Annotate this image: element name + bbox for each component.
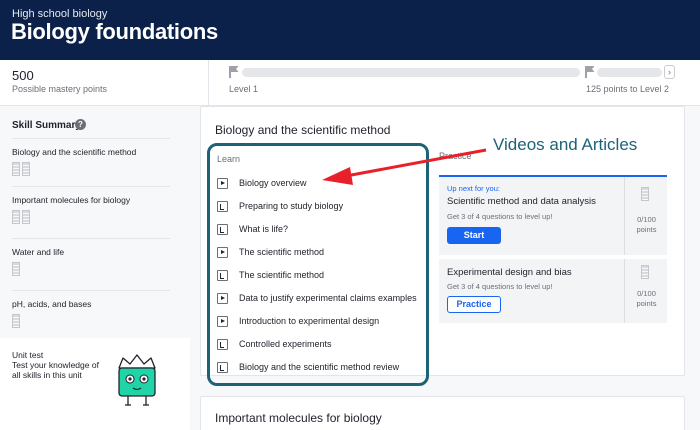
lesson-title: The scientific method — [239, 247, 325, 257]
level2-progress-track — [597, 68, 662, 77]
practice-card[interactable]: Up next for you: Scientific method and d… — [439, 175, 667, 255]
flag-icon — [229, 66, 239, 78]
unit-test-description: Test your knowledge of all skills in thi… — [12, 360, 99, 380]
article-icon — [217, 339, 228, 350]
lesson-title: Data to justify experimental claims exam… — [239, 293, 417, 303]
mastery-bars — [12, 162, 170, 176]
mastery-bars — [12, 210, 170, 224]
lesson-title: Preparing to study biology — [239, 201, 344, 211]
sidebar-item-label: Water and life — [12, 247, 65, 257]
unit-title[interactable]: Important molecules for biology — [215, 411, 382, 425]
unit-test-title: Unit test — [12, 350, 44, 360]
play-icon — [217, 178, 228, 189]
sidebar-item-water-and-life[interactable]: Water and life — [12, 238, 170, 276]
flag-icon — [585, 66, 595, 78]
mascot-illustration — [118, 354, 156, 406]
article-icon — [217, 201, 228, 212]
practice-subtitle: Get 3 of 4 questions to level up! — [447, 282, 553, 291]
practice-label: Practice — [439, 151, 472, 161]
mastery-bar-cell — [641, 187, 649, 201]
mastery-bar-cell — [641, 265, 649, 279]
lesson-title: Biology overview — [239, 178, 307, 188]
sidebar-item-label: pH, acids, and bases — [12, 299, 92, 309]
practice-points-unit: points — [636, 225, 657, 234]
lesson-item[interactable]: Biology and the scientific method review — [217, 357, 422, 380]
practice-subtitle: Get 3 of 4 questions to level up! — [447, 212, 553, 221]
play-icon — [217, 293, 228, 304]
article-icon — [217, 270, 228, 281]
mastery-bar-cell — [12, 210, 20, 224]
mastery-bar-cell — [12, 262, 20, 276]
sidebar-item-unit-test[interactable]: Unit test Test your knowledge of all ski… — [0, 338, 190, 430]
practice-points-panel: 0/100 points — [624, 259, 667, 323]
lesson-item[interactable]: Biology overview — [217, 173, 422, 196]
unit-card: Important molecules for biology — [200, 396, 685, 430]
article-icon — [217, 224, 228, 235]
sidebar-item-label: Important molecules for biology — [12, 195, 131, 205]
lesson-item[interactable]: Data to justify experimental claims exam… — [217, 288, 422, 311]
sidebar-item-molecules[interactable]: Important molecules for biology — [12, 186, 170, 224]
practice-title: Experimental design and bias — [447, 267, 572, 278]
learn-label: Learn — [217, 154, 241, 164]
lesson-item[interactable]: The scientific method — [217, 242, 422, 265]
article-icon — [217, 362, 228, 373]
practice-points-unit: points — [636, 299, 657, 308]
practice-points-panel: 0/100 points — [624, 177, 667, 255]
lesson-item[interactable]: Introduction to experimental design — [217, 311, 422, 334]
lesson-title: Introduction to experimental design — [239, 316, 380, 326]
mastery-bar-cell — [22, 162, 30, 176]
sidebar-item-ph-acids-bases[interactable]: pH, acids, and bases — [12, 290, 170, 328]
level1-label: Level 1 — [229, 84, 259, 94]
annotation-label: Videos and Articles — [493, 135, 638, 154]
practice-card[interactable]: Experimental design and bias Get 3 of 4 … — [439, 259, 667, 323]
sidebar: Skill Summary ? Biology and the scientif… — [0, 106, 190, 430]
mastery-bar: 500 Possible mastery points Level 1 125 … — [0, 60, 700, 106]
practice-points: 0/100 — [637, 215, 656, 224]
mastery-bar-cell — [12, 162, 20, 176]
mastery-points-label: Possible mastery points — [12, 84, 108, 94]
course-header: High school biology Biology foundations — [0, 0, 700, 60]
lesson-item[interactable]: Preparing to study biology — [217, 196, 422, 219]
divider — [208, 60, 209, 106]
start-button[interactable]: Start — [447, 227, 501, 244]
mastery-bars — [12, 314, 170, 328]
up-next-label: Up next for you: — [447, 184, 500, 193]
level2-label: 125 points to Level 2 — [586, 84, 670, 94]
chevron-right-icon[interactable]: › — [664, 65, 675, 79]
lesson-item[interactable]: The scientific method — [217, 265, 422, 288]
question-circle-icon[interactable]: ? — [75, 119, 86, 130]
learn-section: Learn Biology overview Preparing to stud… — [207, 143, 429, 386]
unit-title[interactable]: Biology and the scientific method — [215, 123, 390, 137]
mastery-bar-cell — [22, 210, 30, 224]
lesson-title: The scientific method — [239, 270, 325, 280]
practice-button[interactable]: Practice — [447, 296, 501, 313]
lesson-title: Controlled experiments — [239, 339, 332, 349]
practice-points: 0/100 — [637, 289, 656, 298]
lesson-title: Biology and the scientific method review — [239, 362, 400, 372]
practice-title: Scientific method and data analysis — [447, 196, 596, 207]
mastery-bars — [12, 262, 170, 276]
sidebar-item-label: Biology and the scientific method — [12, 147, 137, 157]
play-icon — [217, 247, 228, 258]
lesson-item[interactable]: Controlled experiments — [217, 334, 422, 357]
mastery-points: 500 — [12, 68, 34, 83]
level1-progress-track — [242, 68, 580, 77]
page-title: Biology foundations — [11, 19, 218, 44]
skill-summary-heading: Skill Summary — [12, 120, 81, 131]
lesson-item[interactable]: What is life? — [217, 219, 422, 242]
play-icon — [217, 316, 228, 327]
sidebar-item-scientific-method[interactable]: Biology and the scientific method — [12, 138, 170, 176]
mastery-bar-cell — [12, 314, 20, 328]
lesson-title: What is life? — [239, 224, 289, 234]
